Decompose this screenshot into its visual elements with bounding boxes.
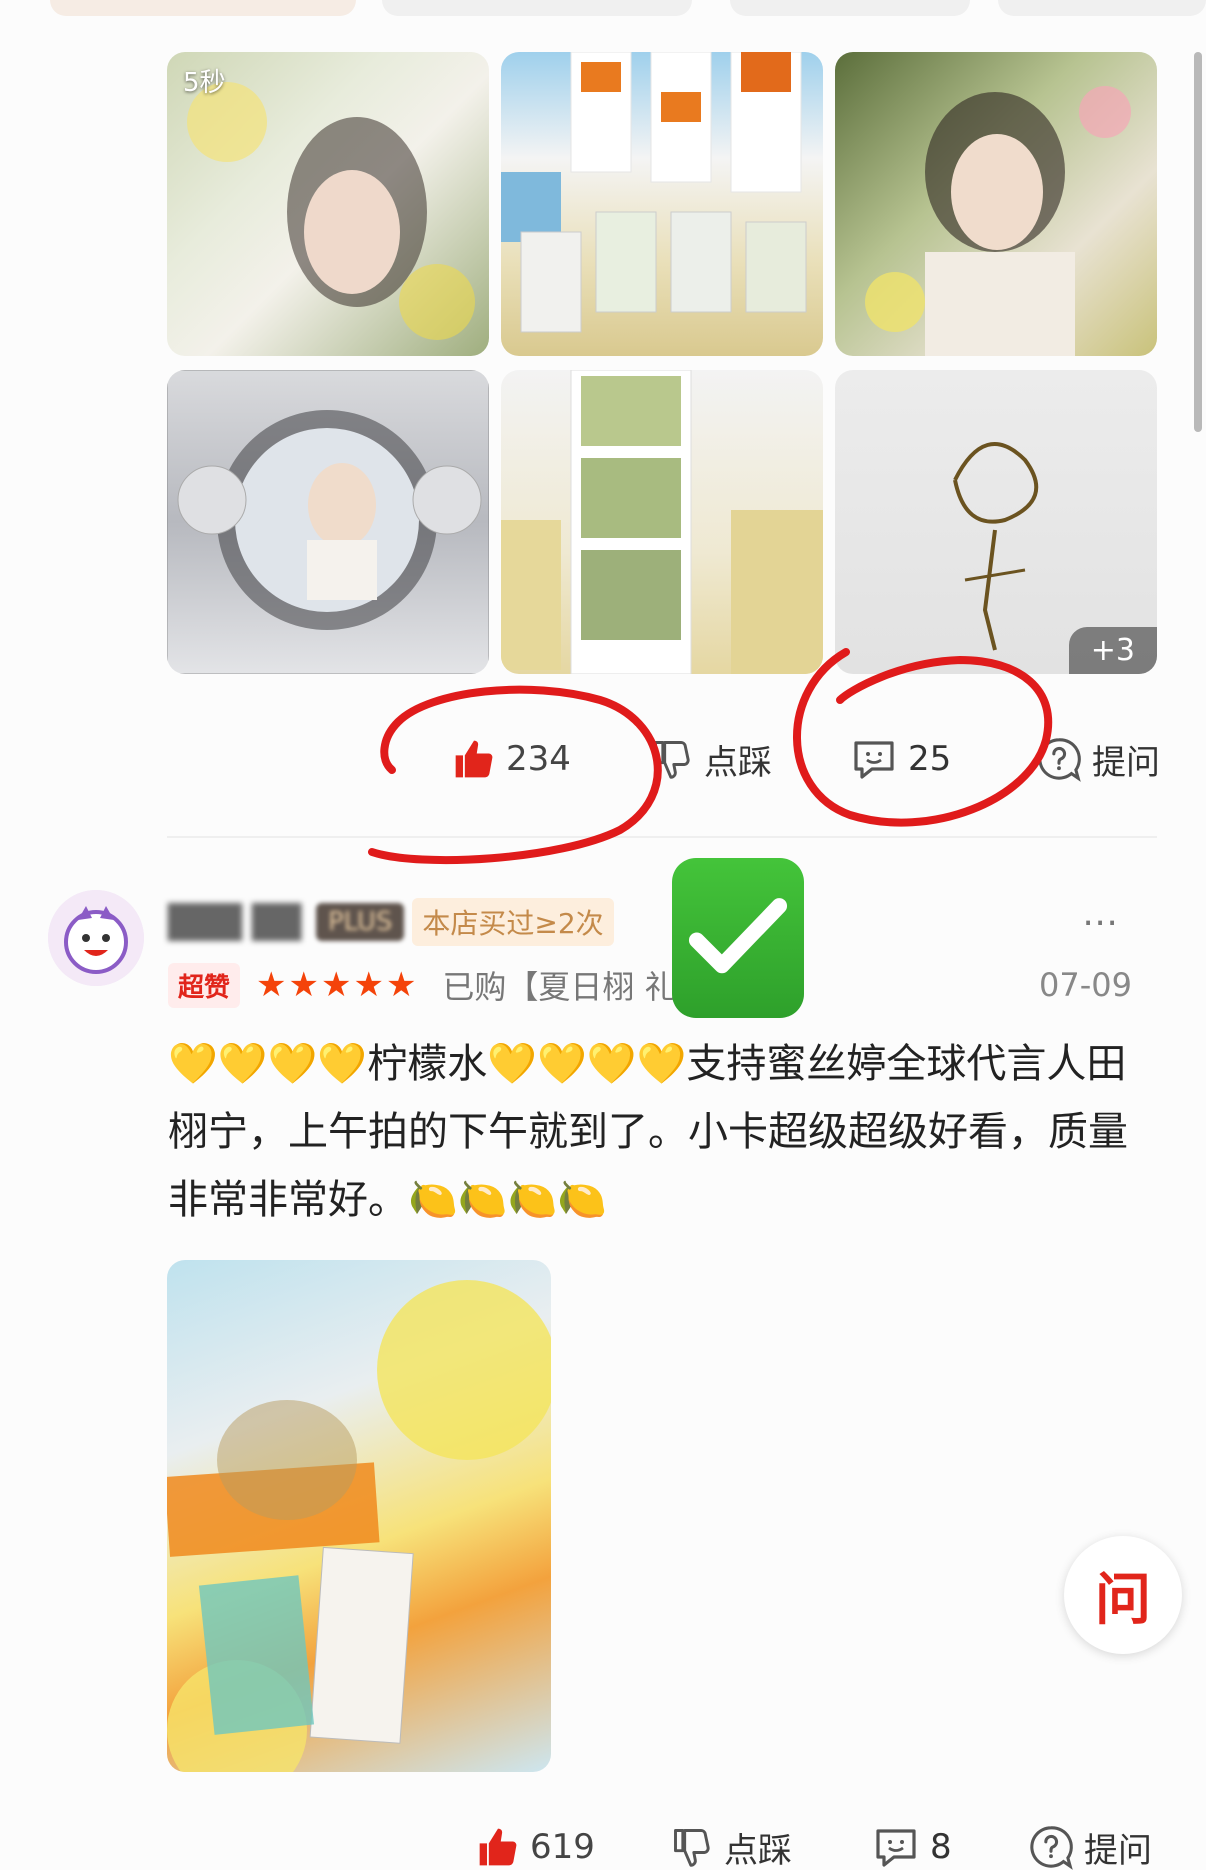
review-date: 07-09	[1039, 966, 1132, 1004]
more-photos-badge[interactable]: +3	[1068, 627, 1157, 674]
dislike-label: 点踩	[704, 742, 772, 783]
review-text: 💛💛💛💛柠檬水💛💛💛💛支持蜜丝婷全球代言人田栩宁，上午拍的下午就到了。小卡超级超…	[168, 1041, 1128, 1223]
comment-button[interactable]: 8	[872, 1812, 952, 1870]
ask-label: 提问	[1084, 1830, 1152, 1870]
question-icon	[1038, 738, 1081, 782]
question-icon	[1030, 1826, 1073, 1870]
checkmark-sticker-icon	[672, 858, 804, 1018]
comment-icon	[854, 741, 894, 779]
review-photo-thumbnail[interactable]	[501, 370, 823, 674]
review-divider	[167, 836, 1157, 838]
thumbs-down-icon	[654, 741, 690, 779]
ask-button[interactable]: 提问	[1028, 1812, 1152, 1870]
ask-button[interactable]: 提问	[1036, 724, 1160, 794]
thumbs-up-icon	[479, 1828, 517, 1866]
like-button[interactable]: 619	[476, 1812, 595, 1870]
scrollbar[interactable]	[1194, 52, 1202, 432]
more-options-icon[interactable]: ⋯	[1082, 902, 1122, 943]
review-video-thumbnail[interactable]: 5秒	[167, 52, 489, 356]
filter-chip[interactable]	[50, 0, 356, 16]
thumbs-down-icon	[674, 1829, 710, 1867]
filter-chip[interactable]	[730, 0, 970, 16]
comment-button[interactable]: 25	[850, 724, 951, 794]
review-actions-bar: 234 点踩 25 提问	[0, 724, 1206, 794]
photo-placeholder	[167, 1280, 551, 1772]
filter-chip[interactable]	[382, 0, 692, 16]
like-button[interactable]: 234	[452, 724, 571, 794]
floating-ask-button[interactable]: 问	[1064, 1536, 1182, 1654]
top-filter-strip	[0, 0, 1206, 18]
photo-placeholder	[167, 370, 489, 674]
avatar[interactable]	[48, 890, 144, 986]
like-count: 619	[530, 1827, 595, 1867]
filter-chip[interactable]	[998, 0, 1206, 16]
like-count: 234	[506, 739, 571, 779]
review-photo-thumbnail[interactable]	[835, 52, 1157, 356]
comment-icon	[876, 1829, 916, 1867]
comment-count: 25	[908, 739, 952, 779]
star-rating: ★★★★★	[256, 965, 419, 1005]
review-photo-large[interactable]	[167, 1260, 551, 1772]
plus-membership-badge: PLUS	[316, 903, 405, 941]
repeat-buyer-badge: 本店买过≥2次	[412, 898, 614, 946]
avatar-mascot-icon	[48, 890, 144, 986]
ask-label: 提问	[1092, 742, 1160, 783]
rating-tag: 超赞	[168, 962, 241, 1008]
comment-count: 8	[930, 1827, 952, 1867]
review-photo-thumbnail[interactable]	[501, 52, 823, 356]
reviewer-name-redacted: ███ ██	[168, 903, 302, 941]
dislike-button[interactable]: 点踩	[670, 1812, 792, 1870]
thumbs-up-icon	[455, 740, 493, 778]
video-duration-badge: 5秒	[183, 68, 226, 98]
review-photo-thumbnail[interactable]	[167, 370, 489, 674]
review-photo-thumbnail[interactable]: +3	[835, 370, 1157, 674]
reviewer-info: ███ ██ PLUS 本店买过≥2次	[168, 898, 614, 946]
review-actions-bar: 619 点踩 8 提问	[0, 1812, 1206, 1870]
photo-placeholder	[865, 86, 1131, 356]
checkmark-icon	[688, 898, 788, 974]
dislike-button[interactable]: 点踩	[650, 724, 772, 794]
photo-placeholder	[501, 370, 823, 674]
review-meta-row: 超赞 ★★★★★ 已购【夏日栩 礼盒】 07-09	[168, 962, 1158, 1008]
photo-placeholder	[501, 52, 807, 333]
dislike-label: 点踩	[724, 1830, 792, 1870]
